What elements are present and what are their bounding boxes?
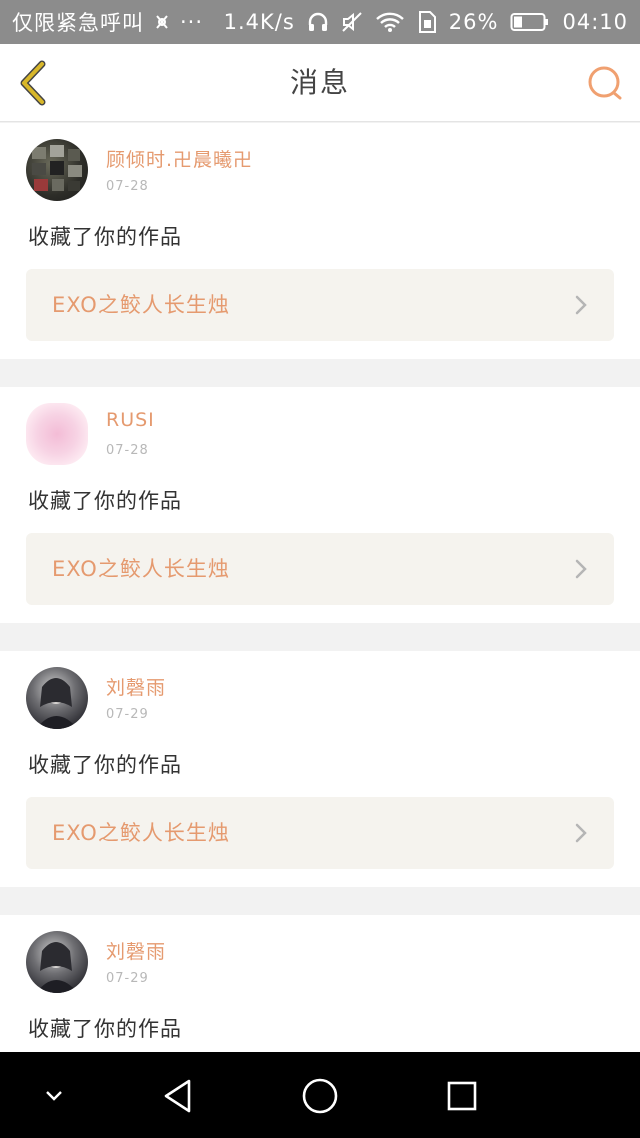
sim-icon [417, 10, 437, 34]
avatar[interactable] [26, 139, 88, 201]
chevron-right-icon [575, 295, 587, 315]
network-speed: 1.4K/s [223, 10, 295, 34]
chevron-right-icon [575, 559, 587, 579]
message-card[interactable]: RUSI 07-28 收藏了你的作品 EXO之鲛人长生烛 [0, 387, 640, 623]
search-icon [588, 66, 622, 100]
app-header: 消息 [0, 44, 640, 122]
mute-icon [341, 11, 363, 33]
screen: 仅限紧急呼叫 ··· 1.4K/s 26% 04:10 消息 顾倾时.卍晨曦卍 … [0, 0, 640, 1138]
work-title: EXO之鲛人长生烛 [52, 557, 230, 581]
avatar[interactable] [26, 931, 88, 993]
sender-name[interactable]: RUSI [106, 409, 155, 431]
nav-back-button[interactable] [158, 1076, 198, 1116]
search-button[interactable] [586, 64, 624, 102]
avatar-collage [32, 145, 82, 191]
hide-nav-button[interactable] [34, 1076, 74, 1116]
more-dots: ··· [180, 10, 204, 34]
work-title: EXO之鲛人长生烛 [52, 821, 230, 845]
work-link[interactable]: EXO之鲛人长生烛 [26, 269, 614, 341]
message-text: 收藏了你的作品 [28, 753, 182, 777]
circle-home-icon [302, 1078, 338, 1114]
wifi-icon [375, 11, 405, 33]
message-card[interactable]: 顾倾时.卍晨曦卍 07-28 收藏了你的作品 EXO之鲛人长生烛 [0, 123, 640, 359]
avatar-portrait [36, 942, 78, 993]
nfc-icon [154, 13, 170, 31]
work-link[interactable]: EXO之鲛人长生烛 [26, 533, 614, 605]
clock: 04:10 [562, 10, 628, 34]
headphones-icon [307, 11, 329, 33]
avatar[interactable] [26, 403, 88, 465]
message-date: 07-29 [106, 707, 149, 722]
message-date: 07-29 [106, 971, 149, 986]
nav-home-button[interactable] [300, 1076, 340, 1116]
sender-name[interactable]: 顾倾时.卍晨曦卍 [106, 145, 253, 172]
chevron-right-icon [575, 823, 587, 843]
battery-icon [510, 11, 550, 33]
work-link[interactable]: EXO之鲛人长生烛 [26, 797, 614, 869]
triangle-back-icon [164, 1079, 191, 1113]
message-date: 07-28 [106, 443, 149, 458]
status-bar: 仅限紧急呼叫 ··· 1.4K/s 26% 04:10 [0, 0, 640, 44]
work-title: EXO之鲛人长生烛 [52, 293, 230, 317]
battery-percent: 26% [448, 10, 499, 34]
avatar[interactable] [26, 667, 88, 729]
nav-recents-button[interactable] [442, 1076, 482, 1116]
message-date: 07-28 [106, 179, 149, 194]
sender-name[interactable]: 刘磬雨 [106, 673, 166, 700]
message-list: 顾倾时.卍晨曦卍 07-28 收藏了你的作品 EXO之鲛人长生烛 RUSI 07… [0, 123, 640, 1138]
message-text: 收藏了你的作品 [28, 225, 182, 249]
message-text: 收藏了你的作品 [28, 489, 182, 513]
carrier-text: 仅限紧急呼叫 [12, 11, 144, 35]
page-title: 消息 [289, 66, 350, 99]
system-nav-bar [0, 1052, 640, 1138]
message-card[interactable]: 刘磬雨 07-29 收藏了你的作品 EXO之鲛人长生烛 [0, 651, 640, 887]
square-recents-icon [447, 1081, 477, 1111]
sender-name[interactable]: 刘磬雨 [106, 937, 166, 964]
message-text: 收藏了你的作品 [28, 1017, 182, 1041]
chevron-down-icon [46, 1091, 62, 1101]
avatar-portrait [36, 678, 78, 729]
